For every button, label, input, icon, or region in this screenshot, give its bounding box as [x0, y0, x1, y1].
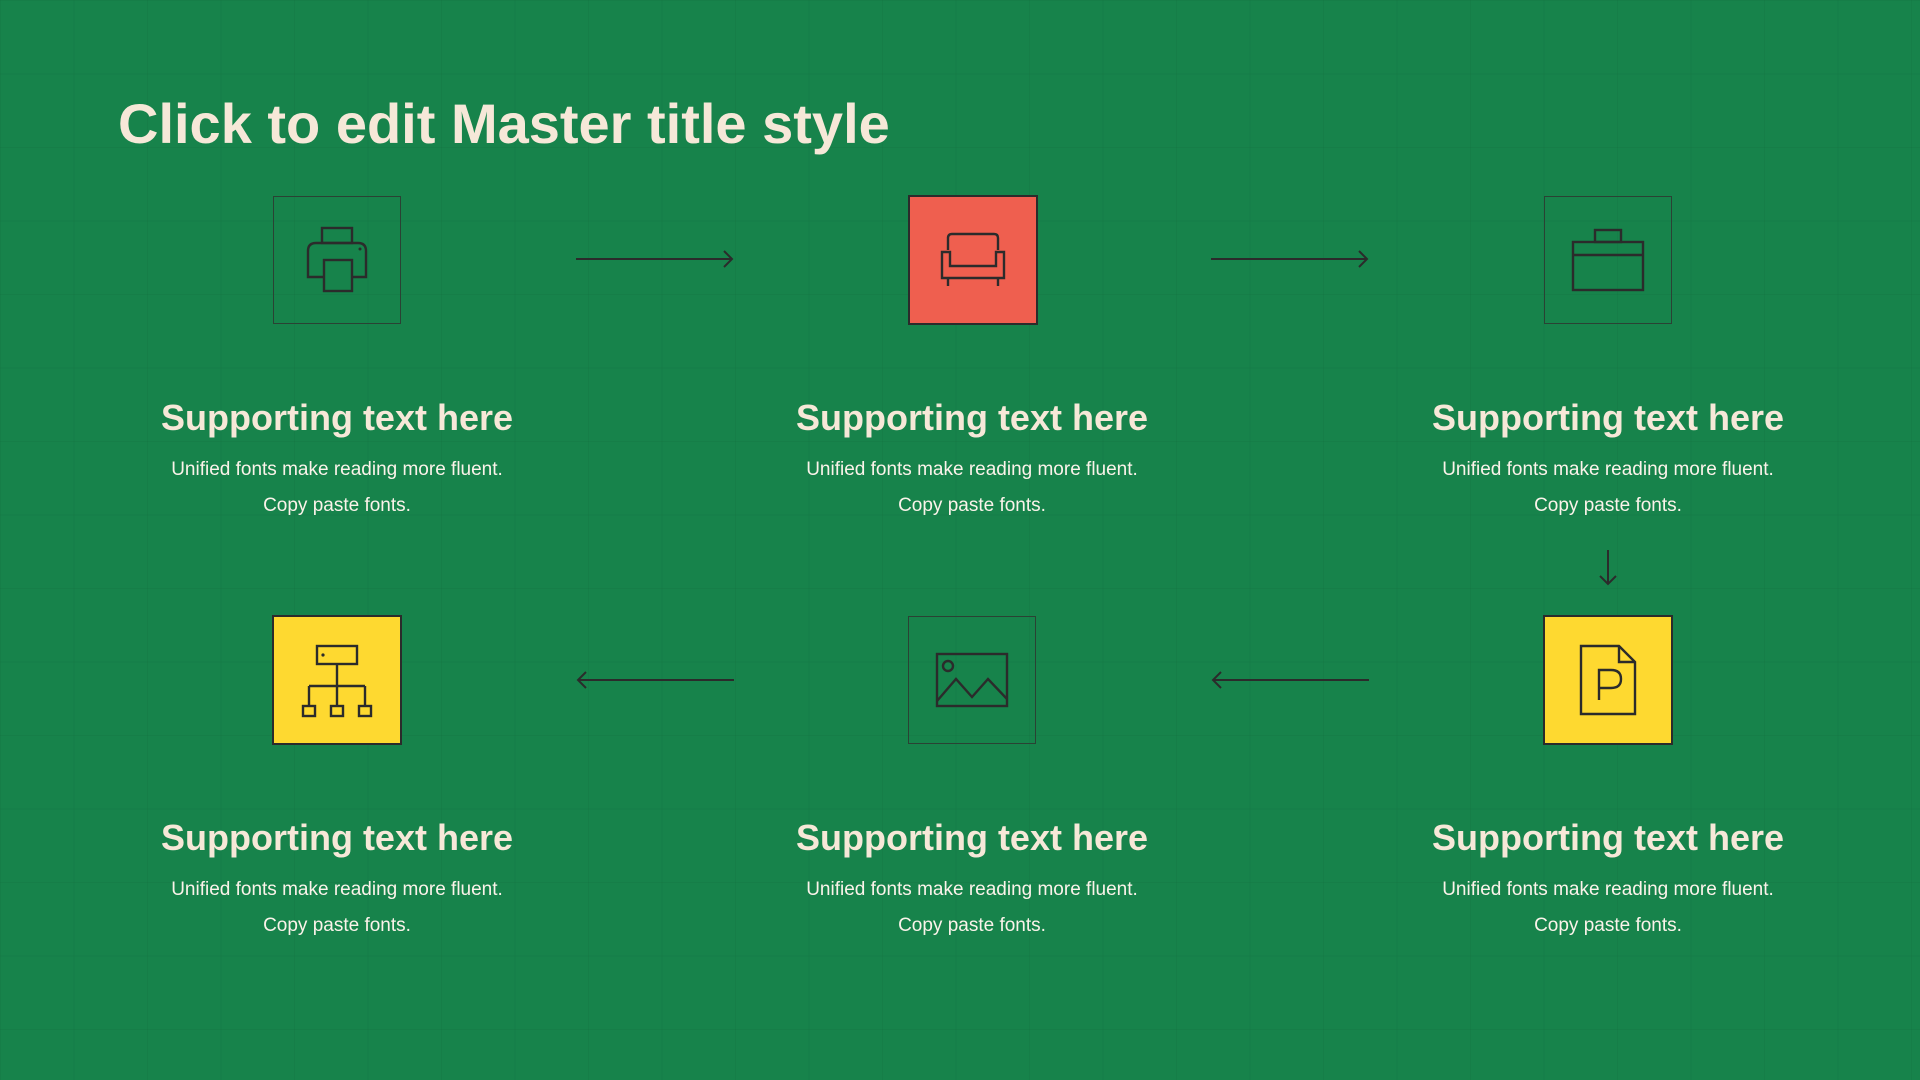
step-4-desc-line-1: Unified fonts make reading more fluent.: [171, 879, 503, 900]
step-1-description: Unified fonts make reading more fluent. …: [107, 452, 567, 524]
arrow-right-2-to-3: [1211, 250, 1369, 268]
step-5-desc-line-1: Unified fonts make reading more fluent.: [806, 879, 1138, 900]
briefcase-icon: [1571, 228, 1645, 292]
arrow-right-1-to-2: [576, 250, 734, 268]
step-5-desc-line-2: Copy paste fonts.: [898, 915, 1046, 936]
step-2-caption: Supporting text here Unified fonts make …: [742, 396, 1202, 524]
step-2-tile: [908, 195, 1038, 325]
step-4-caption: Supporting text here Unified fonts make …: [107, 816, 567, 944]
arrow-down-3-to-6: [1599, 550, 1617, 586]
step-3-description: Unified fonts make reading more fluent. …: [1378, 452, 1838, 524]
step-4-tile: [272, 615, 402, 745]
step-5-caption: Supporting text here Unified fonts make …: [742, 816, 1202, 944]
step-1-desc-line-2: Copy paste fonts.: [263, 495, 411, 516]
step-6-desc-line-1: Unified fonts make reading more fluent.: [1442, 879, 1774, 900]
step-6-heading: Supporting text here: [1431, 817, 1785, 858]
step-3-desc-line-1: Unified fonts make reading more fluent.: [1442, 459, 1774, 480]
step-1-desc-line-1: Unified fonts make reading more fluent.: [171, 459, 503, 480]
step-5-heading: Supporting text here: [795, 817, 1149, 858]
printer-icon: [306, 226, 368, 293]
step-6-description: Unified fonts make reading more fluent. …: [1378, 872, 1838, 944]
step-4-description: Unified fonts make reading more fluent. …: [107, 872, 567, 944]
step-5-description: Unified fonts make reading more fluent. …: [742, 872, 1202, 944]
step-5-tile: [908, 616, 1036, 744]
step-2-heading: Supporting text here: [795, 397, 1149, 438]
step-2-description: Unified fonts make reading more fluent. …: [742, 452, 1202, 524]
step-3-tile: [1544, 196, 1672, 324]
step-4-desc-line-2: Copy paste fonts.: [263, 915, 411, 936]
step-4-heading: Supporting text here: [160, 817, 514, 858]
step-6-desc-line-2: Copy paste fonts.: [1534, 915, 1682, 936]
slide-title[interactable]: Click to edit Master title style: [118, 88, 890, 160]
org-chart-icon: [301, 644, 373, 718]
step-3-desc-line-2: Copy paste fonts.: [1534, 495, 1682, 516]
step-1-heading: Supporting text here: [160, 397, 514, 438]
step-1-tile: [273, 196, 401, 324]
arrow-left-5-to-4: [576, 671, 734, 689]
step-2-desc-line-1: Unified fonts make reading more fluent.: [806, 459, 1138, 480]
step-3-heading: Supporting text here: [1431, 397, 1785, 438]
step-6-caption: Supporting text here Unified fonts make …: [1378, 816, 1838, 944]
powerpoint-file-icon: [1579, 644, 1637, 716]
sofa-icon: [940, 232, 1006, 286]
arrow-left-6-to-5: [1211, 671, 1369, 689]
image-icon: [935, 652, 1009, 708]
step-2-desc-line-2: Copy paste fonts.: [898, 495, 1046, 516]
step-1-caption: Supporting text here Unified fonts make …: [107, 396, 567, 524]
step-6-tile: [1543, 615, 1673, 745]
step-3-caption: Supporting text here Unified fonts make …: [1378, 396, 1838, 524]
